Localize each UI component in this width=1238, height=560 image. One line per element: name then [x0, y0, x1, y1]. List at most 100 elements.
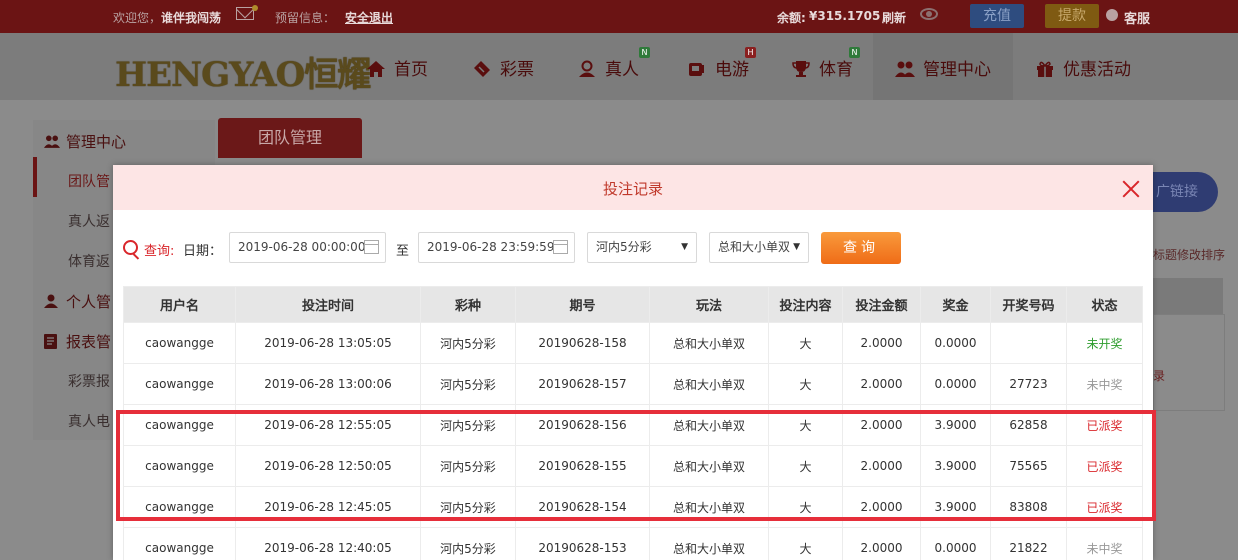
draw-numbers-cell: [990, 322, 1067, 364]
lottery-cell: 河内5分彩: [420, 322, 516, 364]
recharge-button[interactable]: 充值: [970, 4, 1024, 28]
table-row: caowangge 2019-06-28 13:00:06 河内5分彩 2019062…: [123, 363, 1143, 405]
tab-team-management[interactable]: 团队管理: [218, 118, 362, 158]
reserved-info-label: 预留信息：: [275, 11, 336, 25]
bonus-cell: 3.9000: [920, 486, 991, 528]
site-logo[interactable]: HENGYAO恒耀: [115, 47, 371, 96]
report-icon: [44, 334, 57, 349]
start-date-input[interactable]: 2019-06-28 00:00:00: [229, 232, 386, 263]
column-header: 玩法: [649, 286, 769, 323]
nav-sports[interactable]: 体育 N: [791, 47, 860, 80]
record-link[interactable]: 录: [1153, 367, 1165, 384]
users-icon: [895, 61, 915, 77]
nav-management[interactable]: 管理中心: [895, 55, 991, 80]
nav-live[interactable]: 真人 N: [577, 47, 650, 80]
withdraw-button[interactable]: 提款: [1045, 4, 1099, 28]
lottery-select[interactable]: 河内5分彩 ▼: [587, 232, 697, 263]
amount-cell: 2.0000: [842, 445, 921, 487]
query-button[interactable]: 查询: [821, 232, 901, 264]
table-row: caowangge 2019-06-28 12:45:05 河内5分彩 2019062…: [123, 486, 1143, 528]
sidebar-item-live-rebate[interactable]: 真人返: [68, 211, 110, 231]
column-header: 期号: [515, 286, 650, 323]
issue-cell: 20190628-153: [515, 527, 650, 560]
balance-value: ¥315.1705: [809, 9, 881, 23]
lottery-cell: 河内5分彩: [420, 404, 516, 446]
end-date-input[interactable]: 2019-06-28 23:59:59: [418, 232, 575, 263]
lottery-cell: 河内5分彩: [420, 445, 516, 487]
main-nav: HENGYAO恒耀 首页 彩票 真人 N 电游 H 体育 N 管理中心 优惠活动: [0, 33, 1238, 100]
lottery-cell: 河内5分彩: [420, 486, 516, 528]
table-row: caowangge 2019-06-28 12:40:05 河内5分彩 2019062…: [123, 527, 1143, 560]
modal-title: 投注记录: [602, 180, 663, 198]
calendar-icon[interactable]: [364, 240, 379, 254]
sidebar-item-live-report[interactable]: 真人电: [68, 411, 110, 431]
bonus-cell: 3.9000: [920, 445, 991, 487]
customer-service-link[interactable]: 客服: [1124, 8, 1150, 27]
sidebar-item-team[interactable]: 团队管: [68, 171, 110, 191]
play-cell: 总和大小单双: [649, 486, 769, 528]
amount-cell: 2.0000: [842, 527, 921, 560]
nav-home[interactable]: 首页: [366, 55, 428, 80]
status-cell: 未中奖: [1066, 527, 1143, 560]
issue-cell: 20190628-155: [515, 445, 650, 487]
draw-numbers-cell: 27723: [990, 363, 1067, 405]
play-cell: 总和大小单双: [649, 527, 769, 560]
sidebar-item-lottery-report[interactable]: 彩票报: [68, 371, 110, 391]
bet-time-cell: 2019-06-28 12:50:05: [235, 445, 421, 487]
play-type-select[interactable]: 总和大小单双 ▼: [709, 232, 809, 263]
bet-time-cell: 2019-06-28 12:45:05: [235, 486, 421, 528]
calendar-icon[interactable]: [553, 240, 568, 254]
bet-records-modal: 投注记录 查询: 日期： 2019-06-28 00:00:00 至 2019-…: [113, 165, 1153, 560]
username-cell: caowangge: [123, 486, 236, 528]
content-cell: 大: [768, 404, 843, 446]
play-cell: 总和大小单双: [649, 404, 769, 446]
date-label: 日期：: [183, 244, 223, 259]
draw-numbers-cell: 83808: [990, 486, 1067, 528]
eye-icon[interactable]: [920, 8, 938, 20]
caret-down-icon: ▼: [793, 242, 800, 252]
bonus-cell: 0.0000: [920, 322, 991, 364]
play-cell: 总和大小单双: [649, 363, 769, 405]
status-cell: 未开奖: [1066, 322, 1143, 364]
sidebar-item-management[interactable]: 管理中心: [44, 131, 126, 152]
refresh-link[interactable]: 刷新: [882, 9, 906, 26]
bonus-cell: 3.9000: [920, 404, 991, 446]
notification-dot: [252, 5, 258, 11]
query-label: 查询:: [144, 244, 175, 259]
username: 谁伴我闯荡: [161, 11, 222, 25]
to-label: 至: [396, 244, 410, 259]
bonus-cell: 0.0000: [920, 363, 991, 405]
dealer-icon: [579, 60, 595, 77]
issue-cell: 20190628-158: [515, 322, 650, 364]
nav-lottery[interactable]: 彩票: [472, 55, 534, 80]
draw-numbers-cell: 62858: [990, 404, 1067, 446]
logout-link[interactable]: 安全退出: [345, 9, 393, 26]
new-badge: N: [849, 47, 860, 58]
sidebar-item-sports-rebate[interactable]: 体育返: [68, 251, 110, 271]
customer-service-icon[interactable]: [1106, 9, 1118, 21]
slot-icon: [689, 63, 704, 76]
close-icon[interactable]: [1121, 179, 1141, 199]
promo-link-button[interactable]: 广链接: [1150, 172, 1218, 212]
nav-slots[interactable]: 电游 H: [687, 47, 756, 80]
user-icon: [44, 294, 58, 308]
content-cell: 大: [768, 527, 843, 560]
search-icon: [123, 240, 138, 255]
username-cell: caowangge: [123, 363, 236, 405]
column-header: 彩种: [420, 286, 516, 323]
sidebar-item-reports[interactable]: 报表管: [44, 331, 111, 352]
lottery-cell: 河内5分彩: [420, 527, 516, 560]
status-cell: 已派奖: [1066, 404, 1143, 446]
play-cell: 总和大小单双: [649, 322, 769, 364]
username-cell: caowangge: [123, 445, 236, 487]
column-header: 奖金: [920, 286, 991, 323]
bet-time-cell: 2019-06-28 12:55:05: [235, 404, 421, 446]
draw-numbers-cell: 21822: [990, 527, 1067, 560]
trophy-icon: [792, 61, 810, 77]
bonus-cell: 0.0000: [920, 527, 991, 560]
sidebar-item-personal[interactable]: 个人管: [44, 291, 111, 312]
status-cell: 已派奖: [1066, 445, 1143, 487]
status-cell: 已派奖: [1066, 486, 1143, 528]
caret-down-icon: ▼: [681, 242, 688, 252]
nav-promotions[interactable]: 优惠活动: [1035, 55, 1131, 80]
